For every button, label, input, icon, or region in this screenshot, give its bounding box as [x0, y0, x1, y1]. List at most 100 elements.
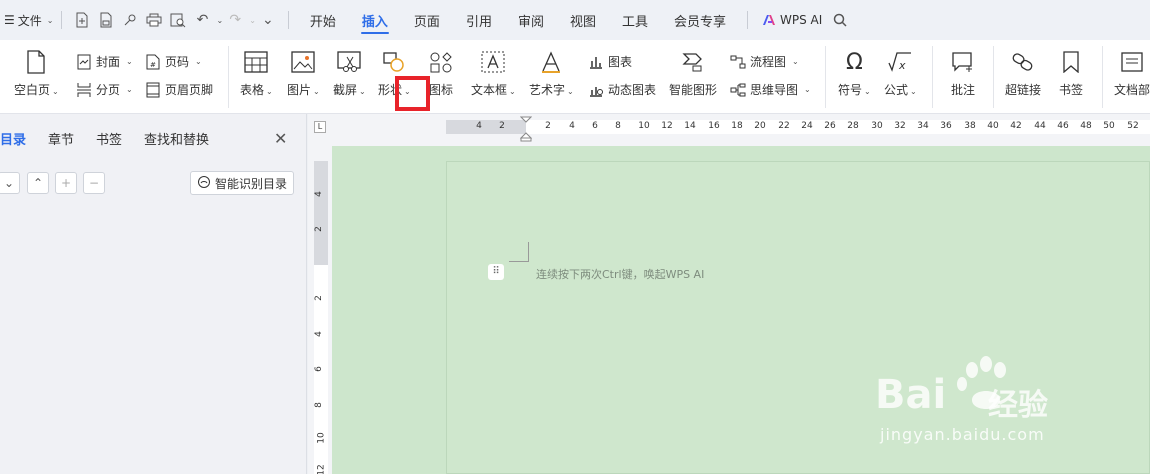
share-icon[interactable] — [118, 8, 142, 32]
wordart-icon — [538, 49, 564, 75]
textbox-label: 文本框 — [471, 83, 508, 97]
hyperlink-label: 超链接 — [1005, 83, 1042, 97]
wordart-label: 艺术字 — [529, 83, 566, 97]
textbox-icon — [480, 49, 506, 75]
icon-button[interactable]: 图标 — [428, 40, 454, 98]
expand-down-button[interactable]: ⌄ — [0, 172, 20, 194]
chart-button[interactable]: 图表 — [588, 53, 632, 70]
indent-marker-icon[interactable] — [520, 116, 532, 142]
save-icon[interactable] — [94, 8, 118, 32]
formula-label: 公式 — [884, 83, 909, 97]
menu-bar: ☰ 文件 ⌄ ↶ ⌄ ↷ ⌄ ⌄ 开始 插入 页面 引用 审阅 视图 工具 会员… — [0, 0, 1150, 40]
menu-icon: ☰ — [4, 13, 15, 27]
doc-part-button[interactable]: 文档部 — [1114, 40, 1150, 98]
picture-label: 图片 — [287, 83, 312, 97]
tab-home[interactable]: 开始 — [297, 0, 349, 40]
comment-button[interactable]: 批注 — [950, 40, 976, 98]
divider — [1102, 46, 1103, 108]
doc-part-icon — [1119, 49, 1145, 75]
print-preview-icon[interactable] — [166, 8, 190, 32]
page-break-button[interactable]: 分页 ⌄ — [76, 81, 133, 98]
flowchart-label: 流程图 — [750, 55, 787, 69]
panel-tabs: 目录 章节 书签 查找和替换 — [0, 124, 217, 152]
screenshot-button[interactable]: 截屏 ⌄ — [333, 40, 366, 98]
drag-handle-icon[interactable]: ⠿ — [488, 264, 504, 280]
mindmap-icon — [730, 82, 746, 98]
add-level-button[interactable]: + — [55, 172, 77, 194]
chevron-down-icon: ⌄ — [52, 87, 59, 96]
ruler-tick: 8 — [615, 121, 621, 131]
mindmap-button[interactable]: 思维导图 ⌄ — [730, 81, 811, 98]
print-icon[interactable] — [142, 8, 166, 32]
chevron-down-icon[interactable]: ⌄ — [216, 16, 223, 25]
divider — [747, 11, 749, 29]
chevron-up-icon: ⌃ — [32, 176, 44, 190]
table-button[interactable]: 表格 ⌄ — [240, 40, 273, 98]
chevron-down-icon: ⌄ — [126, 57, 133, 66]
tab-toc[interactable]: 目录 — [0, 124, 34, 152]
redo-icon[interactable]: ↷ — [223, 8, 247, 32]
wps-ai-button[interactable]: WPS AI — [756, 0, 828, 40]
blank-page-button[interactable]: 空白页 ⌄ — [14, 40, 59, 98]
hyperlink-button[interactable]: 超链接 — [1005, 40, 1041, 98]
file-menu[interactable]: ☰ 文件 ⌄ — [4, 0, 53, 40]
textbox-button[interactable]: 文本框 ⌄ — [471, 40, 516, 98]
remove-level-button[interactable]: − — [83, 172, 105, 194]
ai-hint-text: 连续按下两次Ctrl键，唤起WPS AI — [536, 268, 705, 281]
vertical-ruler[interactable]: 4 2 2 4 6 8 10 12 — [314, 161, 328, 474]
chevron-down-icon: ⌄ — [3, 176, 15, 190]
doc-part-label: 文档部 — [1114, 83, 1150, 97]
cover-icon — [76, 54, 92, 70]
watermark-brand-cn: 经验 — [988, 388, 1048, 423]
divider — [228, 46, 229, 108]
picture-button[interactable]: 图片 ⌄ — [287, 40, 320, 98]
scissors-icon — [336, 49, 362, 75]
tab-tools[interactable]: 工具 — [609, 0, 661, 40]
formula-button[interactable]: x 公式 ⌄ — [884, 40, 917, 98]
ruler-tick: 14 — [684, 121, 696, 131]
header-footer-button[interactable]: 页眉页脚 — [145, 81, 213, 98]
chevron-down-icon: ⌄ — [804, 85, 811, 94]
table-icon — [243, 49, 269, 75]
search-icon[interactable] — [828, 8, 852, 32]
dynamic-chart-button[interactable]: 动态图表 — [588, 81, 656, 98]
flowchart-button[interactable]: 流程图 ⌄ — [730, 53, 799, 70]
tab-review[interactable]: 审阅 — [505, 0, 557, 40]
undo-icon[interactable]: ↶ — [190, 8, 214, 32]
mindmap-label: 思维导图 — [750, 83, 799, 97]
chevron-down-icon[interactable]: ⌄ — [249, 16, 256, 25]
close-icon[interactable]: ✕ — [274, 129, 287, 148]
tab-find-replace[interactable]: 查找和替换 — [130, 124, 217, 152]
ruler-tick: 4 — [313, 331, 324, 337]
bookmark-button[interactable]: 书签 — [1058, 40, 1084, 98]
tab-bookmark[interactable]: 书签 — [82, 124, 130, 152]
ruler-tick: 12 — [661, 121, 673, 131]
smart-graphic-icon — [680, 49, 706, 75]
new-doc-icon[interactable] — [70, 8, 94, 32]
tab-member[interactable]: 会员专享 — [661, 0, 739, 40]
horizontal-ruler[interactable]: 4 2 2 4 6 8 10 12 14 16 18 20 22 24 26 2… — [446, 116, 1150, 142]
file-menu-label: 文件 — [17, 13, 42, 28]
screenshot-label: 截屏 — [333, 83, 358, 97]
chevron-down-icon: ⌄ — [567, 87, 574, 96]
tab-chapter[interactable]: 章节 — [34, 124, 82, 152]
smart-graphic-button[interactable]: 智能图形 — [669, 40, 717, 98]
tab-stop-selector[interactable]: L — [314, 121, 326, 133]
header-footer-label: 页眉页脚 — [165, 83, 214, 97]
symbol-button[interactable]: Ω 符号 ⌄ — [838, 40, 871, 98]
more-chevron-icon[interactable]: ⌄ — [256, 8, 280, 32]
icon-library-icon — [428, 49, 454, 75]
collapse-up-button[interactable]: ⌃ — [27, 172, 49, 194]
chevron-down-icon: ⌄ — [46, 15, 54, 25]
tab-references[interactable]: 引用 — [453, 0, 505, 40]
tab-page[interactable]: 页面 — [401, 0, 453, 40]
chevron-down-icon: ⌄ — [266, 87, 273, 96]
formula-icon: x — [887, 49, 913, 75]
wordart-button[interactable]: 艺术字 ⌄ — [529, 40, 574, 98]
smart-toc-button[interactable]: 智能识别目录 — [190, 171, 294, 195]
tab-view[interactable]: 视图 — [557, 0, 609, 40]
cover-button[interactable]: 封面 ⌄ — [76, 53, 133, 70]
page-number-button[interactable]: # 页码 ⌄ — [145, 53, 202, 70]
tab-insert[interactable]: 插入 — [349, 0, 401, 40]
chevron-down-icon: ⌄ — [864, 87, 871, 96]
